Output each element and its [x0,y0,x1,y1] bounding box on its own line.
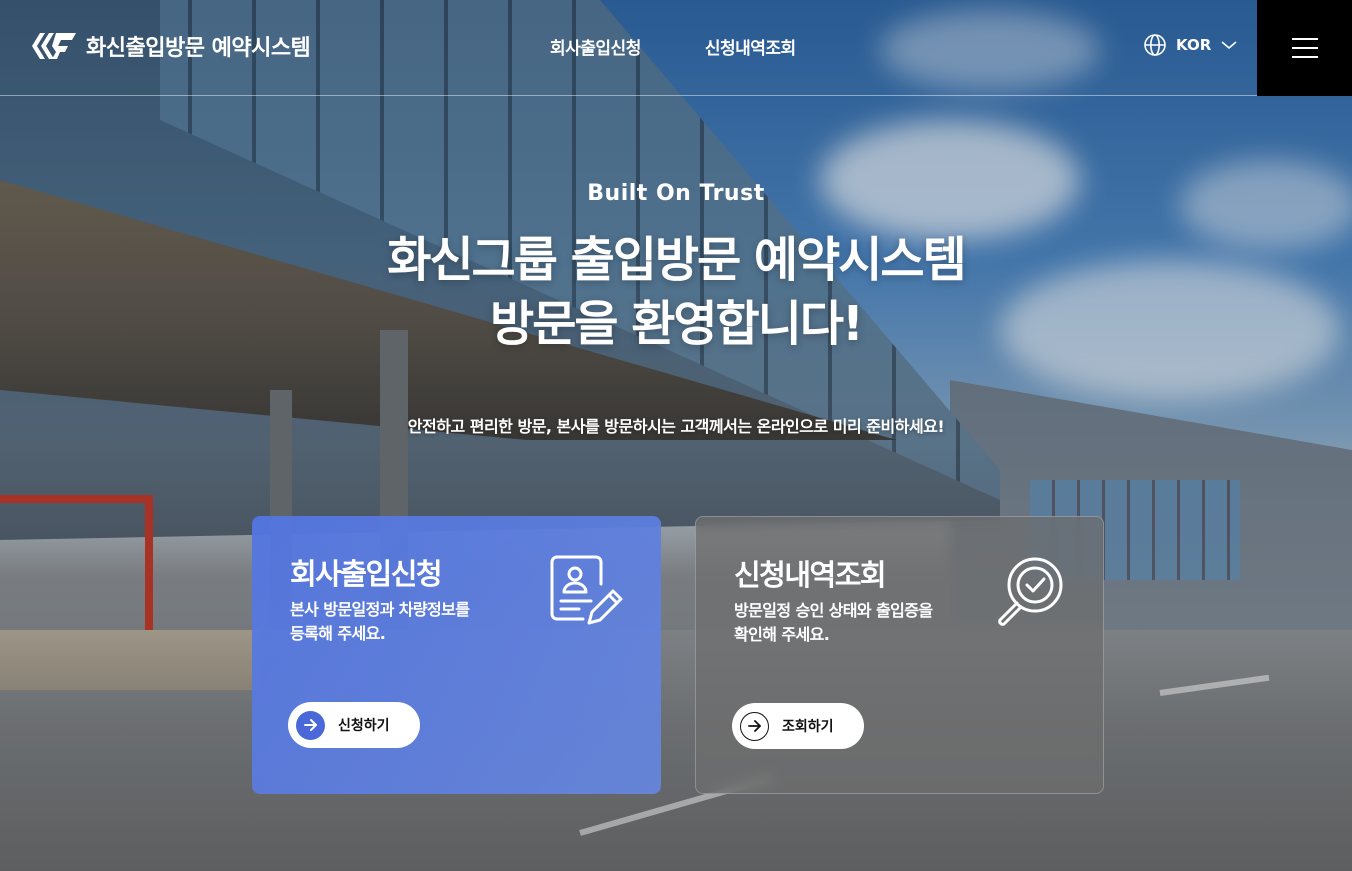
nav-item-request-history[interactable]: 신청내역조회 [705,34,796,59]
arrow-right-icon [740,711,769,741]
menu-button[interactable] [1257,0,1352,96]
logo[interactable]: 화신출입방문 예약시스템 [30,28,311,64]
nav-item-company-entry-request[interactable]: 회사출입신청 [550,34,641,59]
apply-button[interactable]: 신청하기 [288,702,420,748]
arrow-right-icon [296,710,325,740]
company-entry-request-card[interactable]: 회사출입신청 본사 방문일정과 차량정보를 등록해 주세요. 신청하기 [252,516,661,794]
request-history-card[interactable]: 신청내역조회 방문일정 승인 상태와 출입증을 확인해 주세요. 조회하기 [695,516,1104,794]
globe-icon [1144,34,1166,56]
logo-mark-icon [32,33,76,59]
language-label: KOR [1176,36,1212,54]
hero-title-line-2: 방문을 환영합니다! [490,296,864,352]
document-edit-icon [550,555,623,625]
site-header: 화신출입방문 예약시스템 회사출입신청 신청내역조회 KOR [0,0,1352,96]
hero-title-line-1: 화신그룹 출입방문 예약시스템 [387,232,967,288]
logo-text: 화신출입방문 예약시스템 [86,36,311,61]
hero-title: 화신그룹 출입방문 예약시스템 방문을 환영합니다! [0,228,1352,356]
hero-subtitle: 안전하고 편리한 방문, 본사를 방문하시는 고객께서는 온라인으로 미리 준비… [407,417,945,436]
chevron-down-icon [1221,41,1237,50]
hamburger-menu-icon [1291,38,1318,58]
lookup-button-label: 조회하기 [782,719,834,735]
hero-eyebrow: Built On Trust [587,181,765,206]
language-selector[interactable]: KOR [1143,33,1238,57]
main-nav: 회사출입신청 신청내역조회 [550,34,796,59]
lookup-button[interactable]: 조회하기 [732,703,864,749]
search-check-icon [998,557,1063,626]
apply-button-label: 신청하기 [338,718,390,734]
